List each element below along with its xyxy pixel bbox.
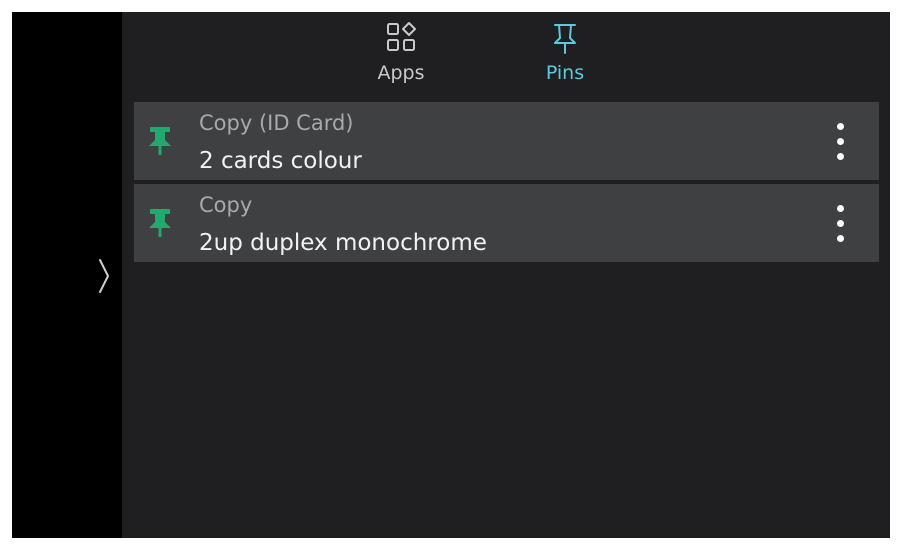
menu-dot [837,138,844,145]
tab-apps[interactable]: Apps [356,12,446,94]
apps-grid-icon [387,22,416,51]
pin-list-item[interactable]: Copy 2up duplex monochrome [134,184,879,262]
device-screen: Apps Pins Copy (ID Card) 2 cards colour [12,12,890,538]
more-vertical-icon[interactable] [828,120,852,164]
tab-pins[interactable]: Pins [520,12,610,94]
pin-icon [554,24,576,54]
pin-item-subtitle: 2 cards colour [199,148,362,174]
pin-item-subtitle: 2up duplex monochrome [199,230,487,256]
left-side-strip [12,12,122,538]
menu-dot [837,153,844,160]
menu-dot [837,220,844,227]
pin-item-title: Copy [199,193,253,217]
chevron-right-stroke [99,259,109,293]
pin-icon [149,209,171,237]
menu-dot [837,205,844,212]
pin-item-title: Copy (ID Card) [199,111,354,135]
pin-icon [149,127,171,155]
menu-dot [837,123,844,130]
menu-dot [837,235,844,242]
pin-list-item[interactable]: Copy (ID Card) 2 cards colour [134,102,879,180]
more-vertical-icon[interactable] [828,202,852,246]
tab-apps-label: Apps [377,62,425,84]
pins-panel: Apps Pins Copy (ID Card) 2 cards colour [122,12,890,538]
tab-pins-label: Pins [545,62,585,84]
chevron-right-icon[interactable] [96,258,112,294]
